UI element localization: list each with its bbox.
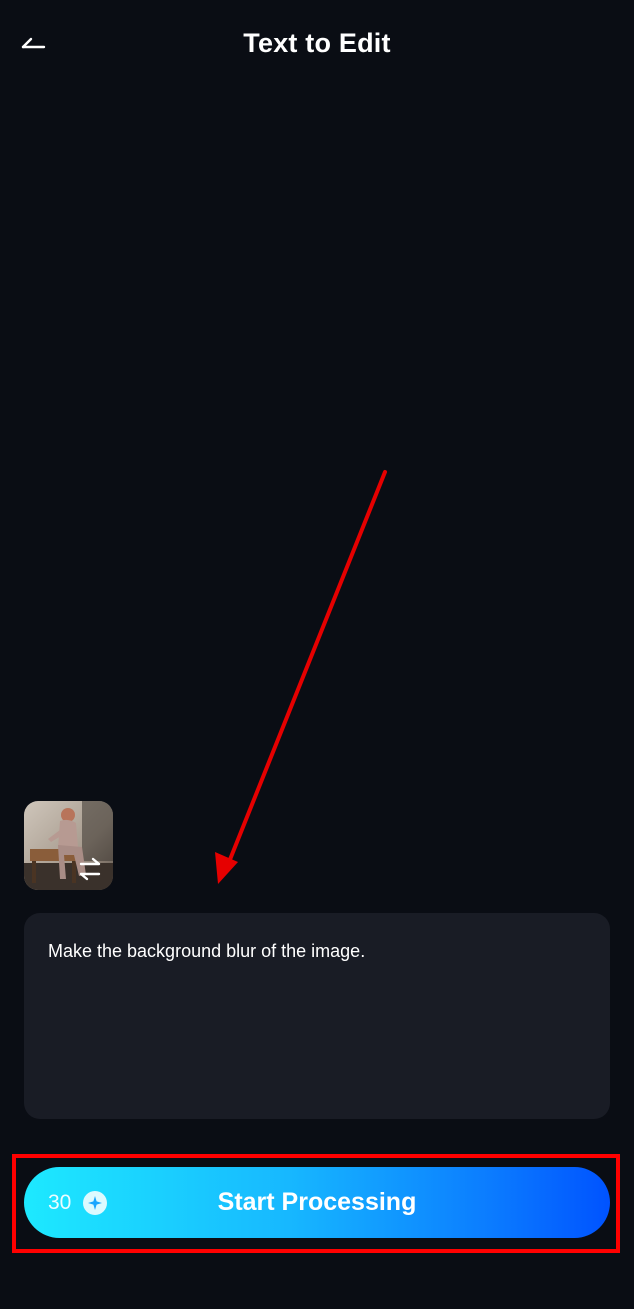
prompt-input[interactable]: Make the background blur of the image. <box>24 913 610 1119</box>
start-processing-button[interactable]: 30 Start Processing <box>24 1167 610 1238</box>
start-processing-label: Start Processing <box>217 1188 417 1216</box>
prompt-text[interactable]: Make the background blur of the image. <box>48 939 586 963</box>
top-bar: Text to Edit <box>0 0 634 92</box>
reference-image-thumbnail[interactable] <box>24 801 113 890</box>
page-title: Text to Edit <box>243 28 391 58</box>
swap-icon[interactable] <box>75 854 105 884</box>
